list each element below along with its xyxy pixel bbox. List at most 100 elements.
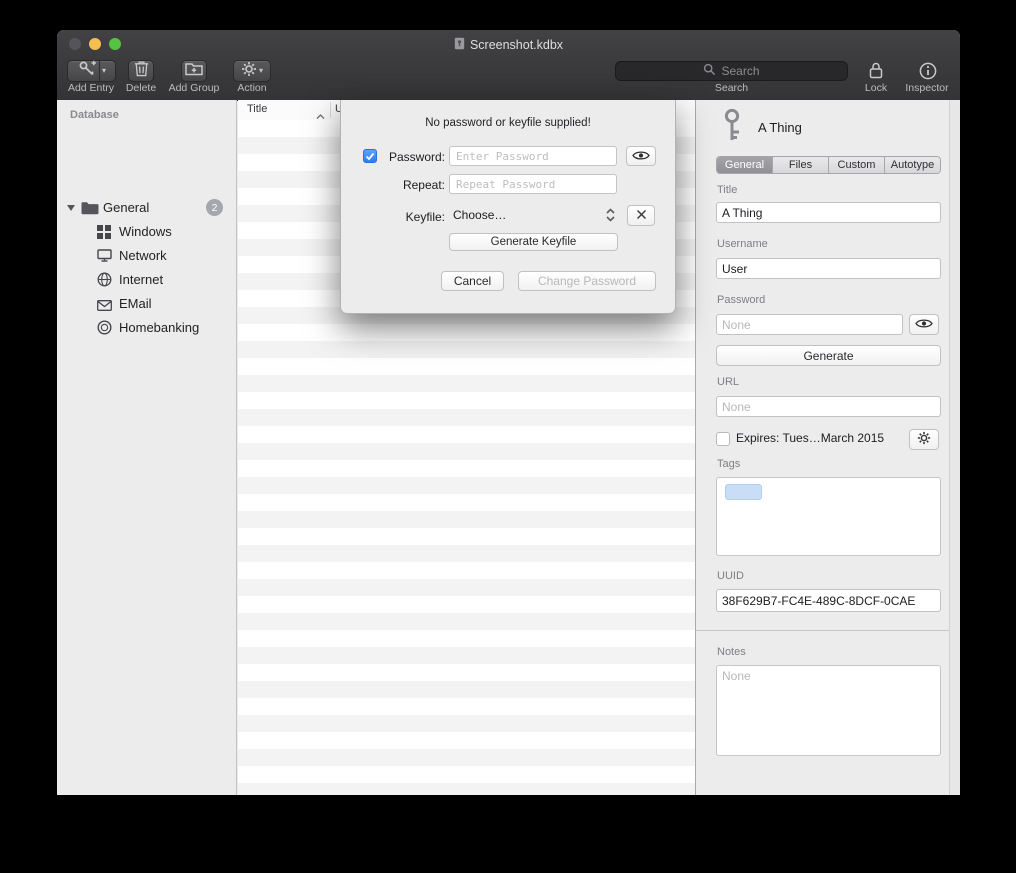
sidebar-item-internet[interactable]: Internet [57,268,236,292]
password-field[interactable] [716,314,903,335]
action-label: Action [220,82,284,94]
delete-button[interactable] [128,60,154,82]
coin-icon [97,320,112,340]
section-divider [696,630,950,631]
cancel-button[interactable]: Cancel [441,271,504,291]
inspector-scrollbar[interactable] [949,100,960,795]
eye-icon [632,149,650,164]
url-field[interactable] [716,396,941,417]
tags-label: Tags [717,458,740,470]
sidebar-item-label: Windows [119,224,172,239]
repeat-password-input[interactable] [449,174,617,194]
column-divider[interactable] [330,102,331,118]
sidebar-item-email[interactable]: EMail [57,292,236,316]
sidebar: Database General 2 Windows Network Inter… [57,100,237,795]
title-field[interactable] [716,202,941,223]
sidebar-item-windows[interactable]: Windows [57,220,236,244]
globe-icon [97,272,112,292]
sidebar-item-homebanking[interactable]: Homebanking [57,316,236,340]
notes-label: Notes [717,646,746,658]
app-window: Screenshot.kdbx ▾ Add Entry Delete Add G… [57,30,960,795]
repeat-label: Repeat: [381,178,445,192]
sidebar-item-general[interactable]: General 2 [57,196,236,220]
sidebar-item-label: General [103,200,149,215]
tags-field[interactable] [716,477,941,556]
notes-field[interactable] [716,665,941,756]
gear-icon [241,61,257,82]
titlebar-toolbar: Screenshot.kdbx ▾ Add Entry Delete Add G… [57,30,960,101]
inspector-tabs: General Files Custom Autotype [716,156,941,174]
eye-icon [915,317,933,332]
title-label: Title [717,184,737,196]
uuid-label: UUID [717,570,744,582]
key-icon [717,107,747,148]
tag-token[interactable] [725,484,762,500]
lock-icon [869,62,883,84]
password-label: Password [717,294,765,306]
expires-label: Expires: Tues…March 2015 [736,431,884,445]
action-button[interactable]: ▾ [233,60,271,82]
folder-icon [81,201,99,220]
envelope-icon [97,298,112,316]
dialog-message: No password or keyfile supplied! [341,117,675,129]
add-entry-button[interactable]: ▾ [67,60,116,82]
gear-icon [917,431,931,448]
reveal-password-button[interactable] [909,314,939,335]
expires-checkbox[interactable] [716,432,730,446]
close-button[interactable] [69,38,81,50]
disclosure-triangle-icon[interactable] [67,205,75,211]
keyfile-popup[interactable]: Choose… [453,208,506,222]
change-password-dialog: No password or keyfile supplied! Passwor… [340,100,676,314]
reveal-password-button[interactable] [626,146,656,166]
add-group-button[interactable] [181,60,207,82]
password-input[interactable] [449,146,617,166]
folder-plus-icon [185,61,203,81]
sidebar-item-label: Internet [119,272,163,287]
sidebar-section-header: Database [70,109,119,121]
keyfile-label: Keyfile: [381,210,445,224]
password-label: Password: [381,150,445,164]
url-label: URL [717,376,739,388]
windows-icon [97,225,111,244]
lock-button[interactable] [866,62,886,84]
change-password-button[interactable]: Change Password [518,271,656,291]
key-plus-icon [77,59,97,84]
generate-button[interactable]: Generate [716,345,941,366]
tab-autotype[interactable]: Autotype [885,157,940,173]
sidebar-item-label: Network [119,248,167,263]
expires-settings-button[interactable] [909,429,939,450]
inspector-panel: A Thing General Files Custom Autotype Ti… [695,100,960,795]
chevron-down-icon[interactable]: ▾ [102,67,106,75]
tab-custom[interactable]: Custom [829,157,885,173]
window-title: Screenshot.kdbx [177,37,840,53]
close-x-icon [636,208,647,223]
password-checkbox[interactable] [363,149,377,163]
delete-label: Delete [113,82,169,94]
chevron-down-icon: ▾ [259,67,263,75]
checkmark-icon [365,149,375,164]
username-field[interactable] [716,258,941,279]
uuid-field[interactable] [716,589,941,612]
zoom-button[interactable] [109,38,121,50]
document-icon [454,37,465,53]
split-divider [99,61,100,81]
sidebar-item-network[interactable]: Network [57,244,236,268]
generate-keyfile-button[interactable]: Generate Keyfile [449,233,618,251]
minimize-button[interactable] [89,38,101,50]
clear-keyfile-button[interactable] [627,205,655,226]
add-group-label: Add Group [162,82,226,94]
search-icon [703,63,716,79]
stepper-icon[interactable] [605,207,616,228]
network-icon [97,249,112,267]
username-label: Username [717,238,768,250]
search-label: Search [615,82,848,94]
tab-general[interactable]: General [717,157,773,173]
sidebar-item-label: EMail [119,296,152,311]
sidebar-item-label: Homebanking [119,320,199,335]
entry-count-badge: 2 [206,199,223,216]
tab-files[interactable]: Files [773,157,829,173]
inspector-label: Inspector [897,82,957,94]
column-header-title[interactable]: Title [247,103,267,115]
search-input[interactable]: Search [615,61,848,81]
search-placeholder: Search [721,64,759,78]
